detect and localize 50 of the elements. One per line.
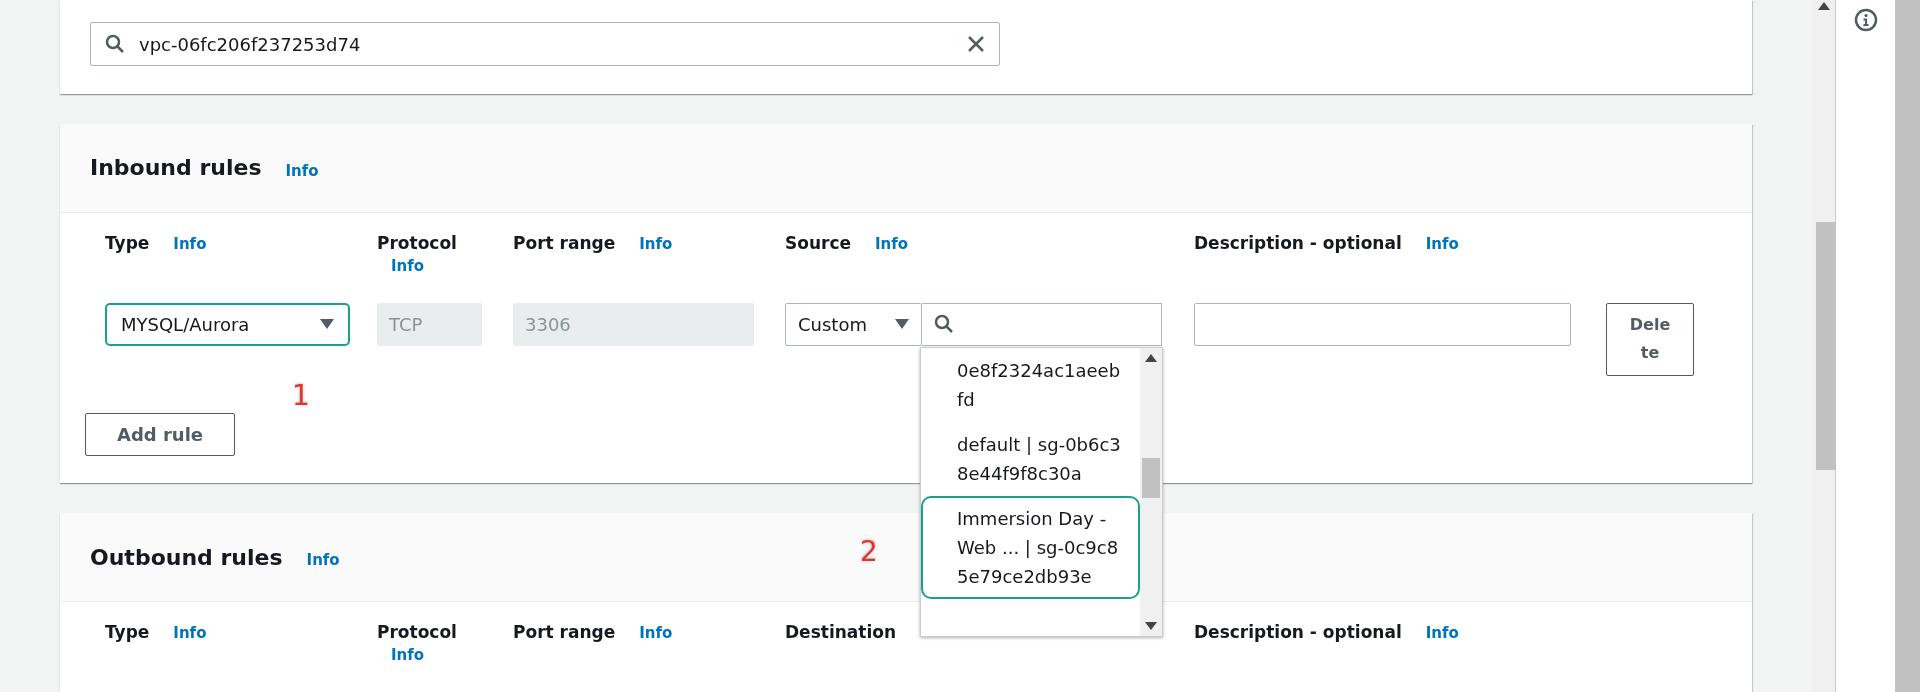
search-icon <box>105 34 125 54</box>
info-link[interactable]: Info <box>639 624 673 642</box>
search-icon <box>934 314 954 335</box>
info-link[interactable]: Info <box>1425 624 1459 642</box>
scrollbar-thumb[interactable] <box>1142 457 1160 498</box>
column-header: Type <box>105 232 150 253</box>
scroll-up-icon[interactable] <box>1817 2 1830 10</box>
dropdown-option[interactable]: Immersion Day - Web ... | sg-0c9c85e79ce2db93e <box>921 495 1140 599</box>
annotation-number: 1 <box>292 378 310 412</box>
annotation-number: 2 <box>860 535 878 568</box>
scrollbar-thumb[interactable] <box>1816 222 1836 470</box>
dropdown-option[interactable]: default | sg-0b6c38e44f9f8c30a <box>921 421 1140 496</box>
column-header: Port range <box>513 232 616 253</box>
info-link[interactable]: Info <box>173 624 207 642</box>
info-link[interactable]: Info <box>306 551 340 569</box>
add-rule-button[interactable]: Add rule <box>85 412 235 456</box>
delete-button[interactable]: Delete <box>1606 302 1694 376</box>
info-link[interactable]: Info <box>173 234 207 253</box>
column-header: Port range <box>513 622 616 642</box>
section-title: Outbound rules <box>90 544 283 570</box>
type-select[interactable]: MYSQL/Aurora <box>105 302 350 346</box>
caret-icon <box>320 319 334 330</box>
section-title: Inbound rules <box>90 155 262 181</box>
info-link[interactable]: Info <box>639 234 673 253</box>
vpc-search-field[interactable]: vpc-06fc206f237253d74 <box>90 22 1000 66</box>
description-field[interactable] <box>1194 302 1571 346</box>
column-header: Description - optional <box>1194 622 1402 642</box>
source-search-field[interactable] <box>922 302 1162 346</box>
dropdown-option[interactable]: 0e8f2324ac1aeebfd <box>921 347 1140 422</box>
column-header: Destination <box>785 622 897 642</box>
caret-icon <box>895 319 909 330</box>
scrollbar[interactable] <box>1140 347 1162 636</box>
column-header: Protocol <box>377 622 457 642</box>
column-header: Protocol <box>377 232 457 253</box>
info-link[interactable]: Info <box>285 161 319 180</box>
info-link[interactable]: Info <box>391 646 425 664</box>
port-range-field: 3306 <box>513 302 754 346</box>
info-link[interactable]: Info <box>875 234 909 253</box>
source-type-select[interactable]: Custom <box>785 302 922 346</box>
protocol-field: TCP <box>377 302 482 346</box>
close-icon[interactable] <box>967 35 985 53</box>
column-header: Source <box>785 232 852 253</box>
scroll-up-icon[interactable] <box>1145 353 1157 362</box>
scroll-down-icon[interactable] <box>1145 621 1157 630</box>
info-link[interactable]: Info <box>391 256 425 275</box>
info-link[interactable]: Info <box>1425 234 1459 253</box>
column-header: Description - optional <box>1194 232 1402 253</box>
column-header: Type <box>105 622 150 642</box>
scrollbar[interactable] <box>1812 0 1836 692</box>
info-icon[interactable] <box>1853 8 1878 32</box>
